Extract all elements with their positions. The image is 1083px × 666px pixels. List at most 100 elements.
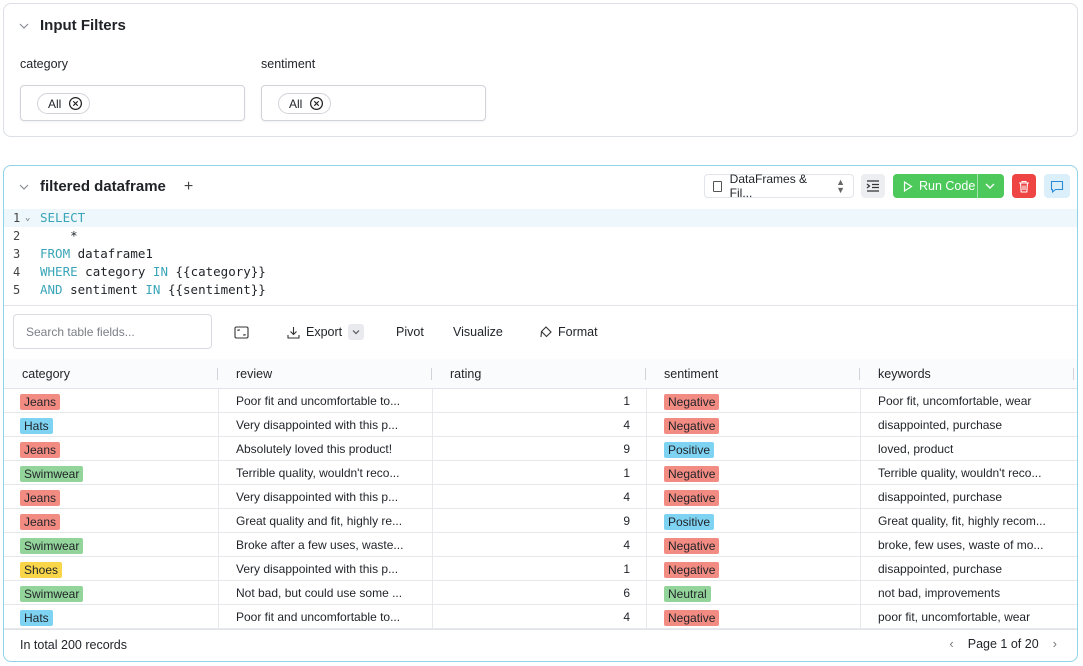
cell-sentiment[interactable]: Negative [664, 533, 854, 557]
cell-category[interactable]: Hats [20, 413, 210, 437]
format-button[interactable]: Format [540, 322, 598, 342]
export-button[interactable]: Export [287, 322, 365, 342]
chevron-down-icon[interactable] [18, 20, 30, 32]
clear-icon[interactable] [68, 96, 83, 111]
data-source-select[interactable]: DataFrames & Fil... ▲ ▼ [704, 172, 854, 200]
cell-review[interactable]: Broke after a few uses, waste... [236, 533, 416, 557]
table-row[interactable]: Jeans Absolutely loved this product! 9 Posi… [4, 437, 1077, 461]
table-search-input[interactable] [26, 324, 199, 339]
expand-table-button[interactable] [234, 322, 249, 342]
input-filters-header[interactable]: Input Filters [18, 17, 126, 34]
cell-keywords[interactable]: not bad, improvements [878, 581, 1060, 605]
chevron-left-icon[interactable]: ‹ [949, 636, 953, 651]
cell-review[interactable]: Terrible quality, wouldn't reco... [236, 461, 416, 485]
cell-sentiment[interactable]: Positive [664, 437, 854, 461]
column-header-review[interactable]: review [218, 359, 272, 389]
cell-rating[interactable]: 9 [444, 437, 630, 461]
code-line[interactable]: 3 FROM dataframe1 [4, 245, 1077, 263]
cell-rating[interactable]: 4 [444, 533, 630, 557]
cell-rating[interactable]: 1 [444, 389, 630, 413]
cell-category[interactable]: Swimwear [20, 461, 210, 485]
code-line[interactable]: 2 * [4, 227, 1077, 245]
expand-icon [234, 325, 249, 339]
table-row[interactable]: Swimwear Not bad, but could use some ... 6… [4, 581, 1077, 605]
cell-keywords[interactable]: poor fit, uncomfortable, wear [878, 605, 1060, 629]
format-sql-button[interactable] [861, 174, 885, 198]
cell-category[interactable]: Hats [20, 605, 210, 629]
table-row[interactable]: Hats Poor fit and uncomfortable to... 4 Neg… [4, 605, 1077, 629]
cell-sentiment[interactable]: Positive [664, 509, 854, 533]
cell-keywords[interactable]: Great quality, fit, highly recom... [878, 509, 1060, 533]
chevron-down-icon[interactable] [18, 181, 30, 193]
cell-keywords[interactable]: disappointed, purchase [878, 413, 1060, 437]
cell-review[interactable]: Absolutely loved this product! [236, 437, 416, 461]
cell-category[interactable]: Swimwear [20, 581, 210, 605]
cell-rating[interactable]: 4 [444, 485, 630, 509]
visualize-button[interactable]: Visualize [453, 322, 503, 342]
cell-category[interactable]: Jeans [20, 509, 210, 533]
cell-category[interactable]: Jeans [20, 389, 210, 413]
run-code-button[interactable]: Run Code [893, 174, 1004, 198]
table-row[interactable]: Jeans Poor fit and uncomfortable to... 1 Ne… [4, 389, 1077, 413]
cell-review[interactable]: Poor fit and uncomfortable to... [236, 605, 416, 629]
delete-block-button[interactable] [1012, 174, 1036, 198]
cell-keywords[interactable]: broke, few uses, waste of mo... [878, 533, 1060, 557]
chevron-down-icon[interactable] [348, 324, 365, 340]
cell-sentiment[interactable]: Negative [664, 557, 854, 581]
chevron-right-icon[interactable]: › [1053, 636, 1057, 651]
table-row[interactable]: Hats Very disappointed with this p... 4 Neg… [4, 413, 1077, 437]
sentiment-filter-select[interactable]: All [261, 85, 486, 121]
cell-sentiment[interactable]: Neutral [664, 581, 854, 605]
cell-keywords[interactable]: Poor fit, uncomfortable, wear [878, 389, 1060, 413]
column-header-keywords[interactable]: keywords [860, 359, 931, 389]
cell-category[interactable]: Jeans [20, 485, 210, 509]
cell-category[interactable]: Shoes [20, 557, 210, 581]
cell-category[interactable]: Jeans [20, 437, 210, 461]
cell-keywords[interactable]: disappointed, purchase [878, 557, 1060, 581]
sql-block-title[interactable]: filtered dataframe [40, 178, 166, 195]
cell-review[interactable]: Very disappointed with this p... [236, 557, 416, 581]
fold-icon[interactable]: ⌄ [25, 209, 30, 227]
cell-rating[interactable]: 1 [444, 461, 630, 485]
cell-rating[interactable]: 9 [444, 509, 630, 533]
cell-review[interactable]: Poor fit and uncomfortable to... [236, 389, 416, 413]
column-header-rating[interactable]: rating [432, 359, 481, 389]
comment-button[interactable] [1044, 174, 1070, 198]
cell-keywords[interactable]: disappointed, purchase [878, 485, 1060, 509]
column-header-sentiment[interactable]: sentiment [646, 359, 718, 389]
cell-rating[interactable]: 4 [444, 413, 630, 437]
cell-review[interactable]: Not bad, but could use some ... [236, 581, 416, 605]
code-line[interactable]: 4 WHERE category IN {{category}} [4, 263, 1077, 281]
code-line[interactable]: 1 ⌄ SELECT [4, 209, 1077, 227]
column-header-category[interactable]: category [4, 359, 70, 389]
cell-category[interactable]: Swimwear [20, 533, 210, 557]
table-row[interactable]: Jeans Very disappointed with this p... 4 Ne… [4, 485, 1077, 509]
cell-review[interactable]: Very disappointed with this p... [236, 413, 416, 437]
sql-editor[interactable]: 1 ⌄ SELECT 2 * 3 FROM dataframe1 4 WHERE… [4, 209, 1077, 305]
column-resizer[interactable] [1073, 368, 1074, 380]
table-row[interactable]: Shoes Very disappointed with this p... 1 Ne… [4, 557, 1077, 581]
table-search-box[interactable] [13, 314, 212, 349]
clear-icon[interactable] [309, 96, 324, 111]
cell-rating[interactable]: 1 [444, 557, 630, 581]
cell-rating[interactable]: 6 [444, 581, 630, 605]
table-row[interactable]: Swimwear Broke after a few uses, waste...… [4, 533, 1077, 557]
plus-icon[interactable]: + [184, 178, 193, 195]
code-line[interactable]: 5 AND sentiment IN {{sentiment}} [4, 281, 1077, 299]
cell-review[interactable]: Very disappointed with this p... [236, 485, 416, 509]
cell-sentiment[interactable]: Negative [664, 605, 854, 629]
chevron-down-icon[interactable] [983, 178, 997, 194]
pivot-button[interactable]: Pivot [396, 322, 424, 342]
cell-keywords[interactable]: loved, product [878, 437, 1060, 461]
cell-keywords[interactable]: Terrible quality, wouldn't reco... [878, 461, 1060, 485]
cell-sentiment[interactable]: Negative [664, 485, 854, 509]
category-tag: Hats [20, 609, 53, 626]
cell-rating[interactable]: 4 [444, 605, 630, 629]
table-row[interactable]: Swimwear Terrible quality, wouldn't reco.… [4, 461, 1077, 485]
cell-sentiment[interactable]: Negative [664, 461, 854, 485]
cell-sentiment[interactable]: Negative [664, 389, 854, 413]
category-filter-select[interactable]: All [20, 85, 245, 121]
table-row[interactable]: Jeans Great quality and fit, highly re...… [4, 509, 1077, 533]
cell-sentiment[interactable]: Negative [664, 413, 854, 437]
cell-review[interactable]: Great quality and fit, highly re... [236, 509, 416, 533]
